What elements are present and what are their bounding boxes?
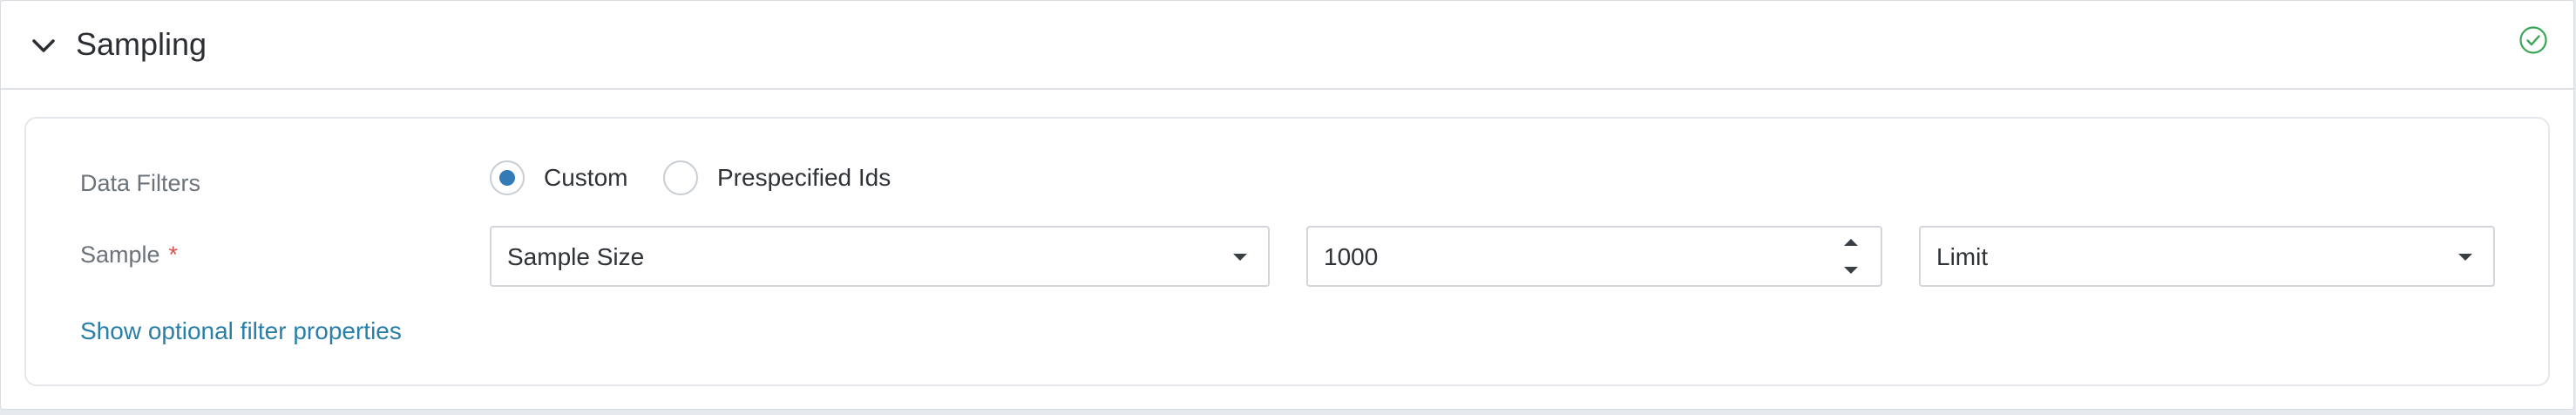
caret-down-icon xyxy=(2458,254,2472,261)
check-circle-icon xyxy=(2519,26,2547,54)
section-title: Sampling xyxy=(76,26,207,62)
chevron-down-icon[interactable] xyxy=(31,32,57,58)
radio-prespecified-ids-label[interactable]: Prespecified Ids xyxy=(717,164,891,192)
radio-prespecified-ids-circle[interactable] xyxy=(663,160,698,195)
caret-down-icon xyxy=(1233,254,1247,261)
section-header[interactable]: Sampling xyxy=(1,1,2573,90)
increment-arrow-icon[interactable] xyxy=(1844,239,1858,246)
sample-size-input[interactable]: 1000 xyxy=(1306,226,1882,287)
decrement-arrow-icon[interactable] xyxy=(1844,267,1858,274)
sample-mode-select[interactable]: Limit xyxy=(1919,226,2495,287)
sample-label: Sample * xyxy=(80,240,178,269)
required-marker: * xyxy=(168,242,179,268)
radio-custom[interactable]: Custom xyxy=(490,158,627,198)
sample-label-text: Sample xyxy=(80,242,160,268)
show-optional-filter-properties-link[interactable]: Show optional filter properties xyxy=(80,316,402,346)
sample-mode-value: Limit xyxy=(1936,243,1989,270)
sample-method-value: Sample Size xyxy=(507,243,645,270)
radio-prespecified-ids[interactable]: Prespecified Ids xyxy=(663,158,891,198)
sample-method-select[interactable]: Sample Size xyxy=(490,226,1270,287)
radio-custom-circle[interactable] xyxy=(490,160,525,195)
data-filters-label: Data Filters xyxy=(80,170,201,196)
radio-custom-label[interactable]: Custom xyxy=(544,164,627,192)
sampling-panel: Sampling Data Filters Custom Prespecifie… xyxy=(0,0,2574,410)
sample-size-value: 1000 xyxy=(1324,243,1379,270)
